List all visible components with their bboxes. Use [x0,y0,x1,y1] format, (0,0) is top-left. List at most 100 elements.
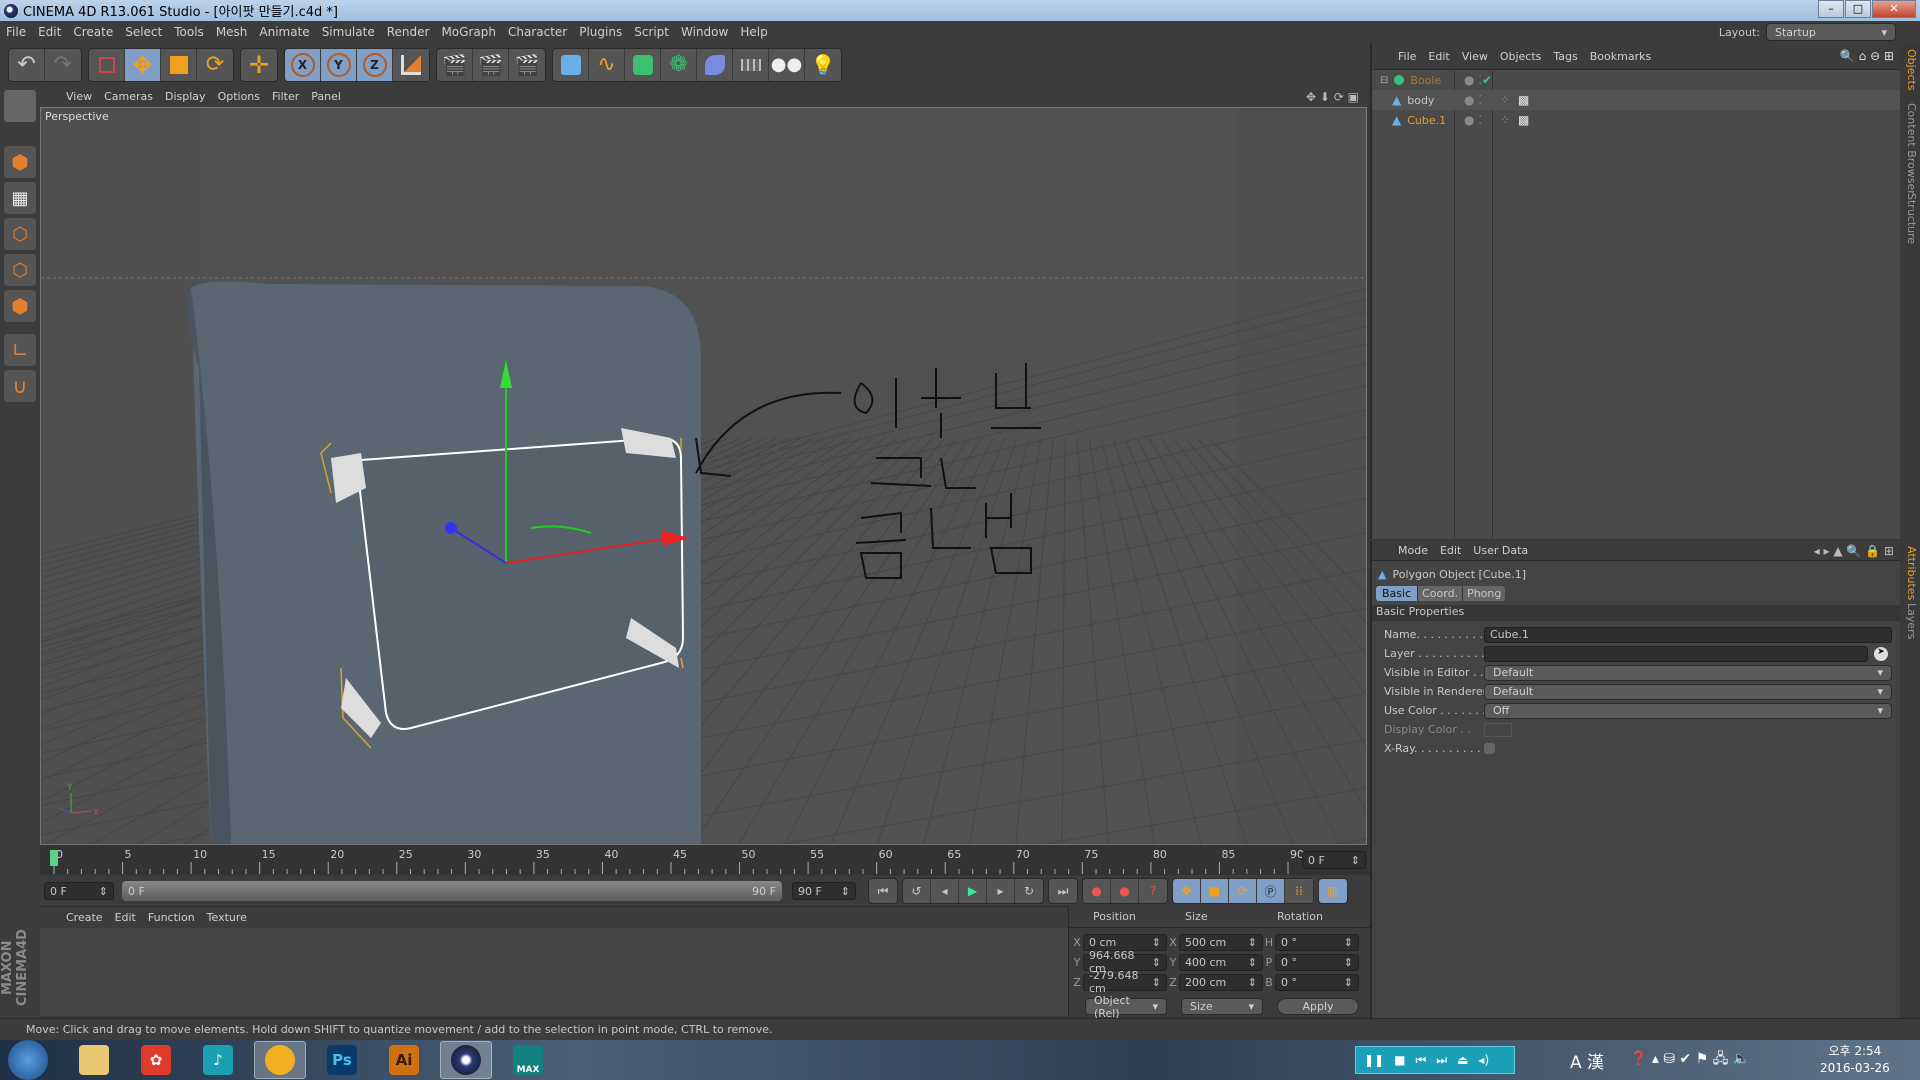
material-menu-texture[interactable]: Texture [207,911,247,924]
render-view-button[interactable]: 🎬 [437,48,473,81]
rotate-button[interactable]: ⟳ [197,49,233,81]
viewport-menu-panel[interactable]: Panel [311,90,341,103]
objects-menu-view[interactable]: View [1462,50,1488,63]
taskbar-gom[interactable]: ✿ [130,1041,182,1079]
live-selection-button[interactable] [89,48,125,81]
menu-character[interactable]: Character [508,25,567,39]
tab-coord[interactable]: Coord. [1417,586,1463,601]
timeline-ruler[interactable]: 0 5 10 15 20 25 30 35 40 45 50 55 60 65 70 75 80 85 90 0 F… [40,845,1370,875]
material-menu-function[interactable]: Function [148,911,195,924]
object-row-body[interactable]: ▲ body ● ⁚ ⁘ ▩ [1372,90,1900,110]
object-row-boole[interactable]: ⊟ Boole ● ⁚ ✔ [1372,70,1900,90]
size-x-field[interactable]: 500 cm ⇕ [1179,933,1263,951]
coordinate-mode-select[interactable]: Object (Rel) ▾ [1085,994,1167,1020]
array-button[interactable]: ❁ [661,48,697,81]
position-y-field[interactable]: 964.668 cm ⇕ [1083,949,1167,975]
visibility-dots[interactable]: ● ⁚ [1464,73,1482,87]
start-frame-field[interactable]: 0 F ⇕ [44,882,114,900]
camera-button[interactable]: ●● [769,48,805,81]
visible-in-renderer-select[interactable]: Default ▾ [1484,683,1892,700]
side-tab-structure[interactable]: Structure [1902,193,1918,244]
menu-file[interactable]: File [6,25,26,39]
perspective-viewport[interactable]: Y X Perspective [40,107,1367,845]
attribute-nav-icons[interactable]: ◂ ▸ ▲ 🔍 🔒 ⊞ [1814,544,1894,558]
polygons-mode-button[interactable]: ⬢ [4,290,36,322]
key-parameter-button[interactable]: Ⓟ [1257,879,1285,903]
points-mode-button[interactable]: ⬡ [4,218,36,250]
visibility-dots[interactable]: ● ⁚ [1464,93,1482,107]
layout-select[interactable]: Startup ▾ [1766,23,1896,41]
tab-basic[interactable]: Basic [1376,586,1418,601]
previous-key-button[interactable]: ↺ [903,879,931,903]
edges-mode-button[interactable]: ⬡ [4,254,36,286]
y-axis-button[interactable]: Y [321,48,357,81]
use-color-select[interactable]: Off ▾ [1484,702,1892,719]
attributes-menu-mode[interactable]: Mode [1398,544,1428,557]
position-x-field[interactable]: 0 cm ⇕ [1083,933,1167,951]
size-z-field[interactable]: 200 cm ⇕ [1179,973,1263,991]
size-y-field[interactable]: 400 cm ⇕ [1179,953,1263,971]
range-slider[interactable]: 0 F 90 F [122,881,782,901]
material-menu-edit[interactable]: Edit [115,911,136,924]
phong-tag-icon[interactable]: ⁘ [1500,93,1510,107]
next-track-icon[interactable]: ⏭ [1436,1053,1447,1068]
objects-menu-objects[interactable]: Objects [1500,50,1542,63]
taskbar-illustrator[interactable]: Ai [378,1041,430,1079]
z-axis-button[interactable]: Z [357,48,393,81]
side-tab-attributes[interactable]: Attributes [1902,546,1918,600]
x-ray-checkbox[interactable] [1484,743,1495,754]
menu-create[interactable]: Create [73,25,113,39]
menu-plugins[interactable]: Plugins [579,25,622,39]
key-position-button[interactable]: ✥ [1173,879,1201,903]
attributes-menu-user-data[interactable]: User Data [1473,544,1528,557]
menu-render[interactable]: Render [387,25,430,39]
object-row-cube1[interactable]: ▲ Cube.1 ● ⁚ ⁘ ▩ [1372,110,1900,130]
viewport-menu-filter[interactable]: Filter [272,90,299,103]
axis-mode-button[interactable]: ∟ [4,334,36,366]
menu-tools[interactable]: Tools [174,25,204,39]
go-to-start-button[interactable]: ⏮ [869,879,897,903]
objects-menu-bookmarks[interactable]: Bookmarks [1590,50,1651,63]
visibility-dots[interactable]: ● ⁚ [1464,113,1482,127]
side-tab-layers[interactable]: Layers [1902,603,1918,639]
taskbar-music[interactable]: ♪ [192,1041,244,1079]
keyframe-selection-button[interactable]: ? [1139,879,1167,903]
floor-button[interactable] [733,48,769,81]
material-manager-area[interactable] [40,928,1068,1016]
viewport-menu-options[interactable]: Options [218,90,260,103]
x-axis-button[interactable]: X [285,48,321,81]
viewport-nav-icons[interactable]: ✥ ⬇ ⟳ ▣ [1306,90,1359,104]
menu-mograph[interactable]: MoGraph [441,25,496,39]
add-button[interactable]: ✛ [241,49,277,81]
close-button[interactable]: ✕ [1872,0,1916,18]
record-button[interactable]: ● [1083,879,1111,903]
render-settings-button[interactable]: 🎬 [509,49,545,81]
apply-button[interactable]: Apply [1277,998,1359,1015]
visible-in-editor-select[interactable]: Default ▾ [1484,664,1892,681]
clock[interactable]: 오후 2:54 2016-03-26 [1820,1043,1890,1077]
key-pla-button[interactable]: ⁞⁞ [1285,879,1313,903]
menu-script[interactable]: Script [634,25,669,39]
key-scale-button[interactable]: ■ [1201,879,1229,903]
objects-menu-tags[interactable]: Tags [1553,50,1577,63]
light-button[interactable]: 💡 [805,49,841,81]
taskbar-explorer[interactable] [68,1041,120,1079]
layer-picker-icon[interactable]: ➤ [1874,646,1888,661]
magnet-button[interactable]: ∪ [4,370,36,402]
timeline-button[interactable]: ▥ [1319,879,1347,903]
menu-select[interactable]: Select [125,25,162,39]
objects-menu-edit[interactable]: Edit [1428,50,1449,63]
cube-button[interactable] [553,48,589,81]
display-color-swatch[interactable] [1484,722,1512,737]
move-button[interactable]: ✥ [125,48,161,81]
model-mode-button[interactable]: ⬢ [4,146,36,178]
tray-icons[interactable]: ❓ ▴ ⛁ ✔ ⚑ 🖧 🔈 [1630,1048,1750,1072]
enabled-check-icon[interactable]: ✔ [1482,73,1492,87]
ime-indicator[interactable]: A 漢 [1570,1048,1604,1073]
minimize-button[interactable]: – [1818,0,1844,18]
maximize-button[interactable]: □ [1845,0,1871,18]
size-mode-select[interactable]: Size ▾ [1181,998,1263,1015]
taskbar-photoshop[interactable]: Ps [316,1041,368,1079]
object-manager-search-icons[interactable]: 🔍 ⌂ ⊖ ⊞ [1840,49,1894,63]
viewport-menu-display[interactable]: Display [165,90,206,103]
